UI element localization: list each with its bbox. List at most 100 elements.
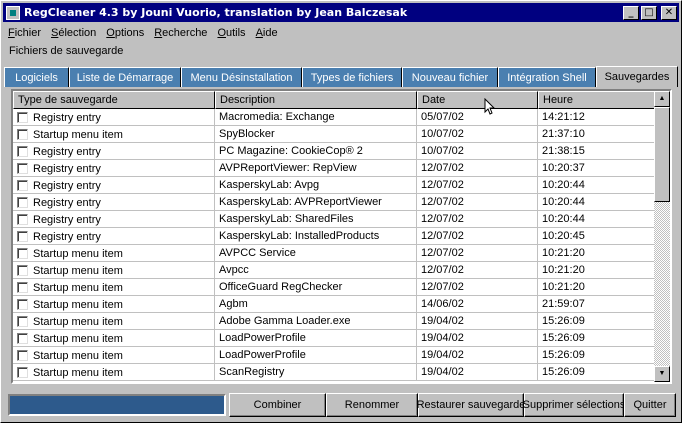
cell-time: 10:21:20 bbox=[538, 245, 658, 262]
cell-type-label: Registry entry bbox=[33, 196, 101, 209]
cell-type: Startup menu item bbox=[13, 245, 215, 262]
menu-fichier[interactable]: Fichier bbox=[3, 27, 46, 39]
cell-time: 10:20:37 bbox=[538, 160, 658, 177]
quit-button[interactable]: Quitter bbox=[624, 393, 676, 417]
cell-type: Registry entry bbox=[13, 211, 215, 228]
cell-description: AVPReportViewer: RepView bbox=[215, 160, 417, 177]
scroll-up-button[interactable]: ▲ bbox=[654, 91, 670, 107]
vertical-scrollbar[interactable]: ▲ ▼ bbox=[654, 91, 670, 382]
cell-description: KasperskyLab: Avpg bbox=[215, 177, 417, 194]
table-row[interactable]: Registry entry Macromedia: Exchange 05/07/… bbox=[13, 109, 658, 126]
row-checkbox[interactable] bbox=[17, 248, 28, 259]
column-header-heure[interactable]: Heure bbox=[538, 91, 658, 109]
tab-integration-shell[interactable]: Intégration Shell bbox=[498, 67, 596, 87]
cell-time: 15:26:09 bbox=[538, 364, 658, 381]
row-checkbox[interactable] bbox=[17, 333, 28, 344]
close-button[interactable]: ✕ bbox=[661, 5, 677, 20]
app-icon[interactable] bbox=[6, 5, 20, 20]
row-checkbox[interactable] bbox=[17, 180, 28, 191]
table-row[interactable]: Registry entry KasperskyLab: AVPReportVie… bbox=[13, 194, 658, 211]
tab-liste-demarrage[interactable]: Liste de Démarrage bbox=[69, 67, 181, 87]
title-bar[interactable]: RegCleaner 4.3 by Jouni Vuorio, translat… bbox=[3, 3, 679, 22]
cell-type-label: Startup menu item bbox=[33, 281, 123, 294]
row-checkbox[interactable] bbox=[17, 265, 28, 276]
cell-description: Macromedia: Exchange bbox=[215, 109, 417, 126]
table-row[interactable]: Registry entry KasperskyLab: Avpg 12/07/02… bbox=[13, 177, 658, 194]
cell-time: 10:21:20 bbox=[538, 262, 658, 279]
tab-nouveau-fichier[interactable]: Nouveau fichier bbox=[402, 67, 498, 87]
minimize-button[interactable]: _ bbox=[623, 5, 639, 20]
column-header-type[interactable]: Type de sauvegarde bbox=[13, 91, 215, 109]
cell-type: Startup menu item bbox=[13, 262, 215, 279]
backup-list: Type de sauvegarde Description Date Heur… bbox=[11, 89, 672, 384]
menu-aide[interactable]: Aide bbox=[251, 27, 283, 39]
cell-type: Registry entry bbox=[13, 194, 215, 211]
cell-description: Avpcc bbox=[215, 262, 417, 279]
cell-type-label: Registry entry bbox=[33, 145, 101, 158]
cell-type-label: Registry entry bbox=[33, 162, 101, 175]
section-title: Fichiers de sauvegarde bbox=[9, 45, 124, 57]
cell-date: 12/07/02 bbox=[417, 160, 538, 177]
tab-logiciels[interactable]: Logiciels bbox=[4, 67, 69, 87]
row-checkbox[interactable] bbox=[17, 367, 28, 378]
combine-button[interactable]: Combiner bbox=[229, 393, 326, 417]
menu-outils[interactable]: Outils bbox=[212, 27, 250, 39]
row-checkbox[interactable] bbox=[17, 350, 28, 361]
delete-selection-button[interactable]: Supprimer sélections bbox=[523, 393, 625, 417]
scroll-thumb[interactable] bbox=[654, 107, 670, 202]
row-checkbox[interactable] bbox=[17, 282, 28, 293]
menu-recherche[interactable]: Recherche bbox=[149, 27, 212, 39]
row-checkbox[interactable] bbox=[17, 197, 28, 208]
table-row[interactable]: Startup menu item LoadPowerProfile 19/04/0… bbox=[13, 347, 658, 364]
table-row[interactable]: Startup menu item SpyBlocker 10/07/02 21:37… bbox=[13, 126, 658, 143]
cell-description: KasperskyLab: InstalledProducts bbox=[215, 228, 417, 245]
scroll-down-button[interactable]: ▼ bbox=[654, 366, 670, 382]
maximize-button[interactable]: □ bbox=[641, 5, 657, 20]
table-row[interactable]: Startup menu item ScanRegistry 19/04/02 15:… bbox=[13, 364, 658, 381]
row-checkbox[interactable] bbox=[17, 163, 28, 174]
cell-description: KasperskyLab: AVPReportViewer bbox=[215, 194, 417, 211]
menu-bar: Fichier Sélection Options Recherche Outi… bbox=[3, 24, 283, 42]
table-row[interactable]: Registry entry PC Magazine: CookieCop® 21… bbox=[13, 143, 658, 160]
table-row[interactable]: Startup menu item Avpcc 12/07/02 10:21:20 bbox=[13, 262, 658, 279]
row-checkbox[interactable] bbox=[17, 316, 28, 327]
table-row[interactable]: Startup menu item OfficeGuard RegChecker 1… bbox=[13, 279, 658, 296]
progress-field bbox=[8, 394, 226, 416]
restore-button[interactable]: Restaurer sauvegarde bbox=[417, 393, 525, 417]
cell-date: 19/04/02 bbox=[417, 313, 538, 330]
cell-time: 10:21:20 bbox=[538, 279, 658, 296]
cell-type: Registry entry bbox=[13, 160, 215, 177]
rename-button[interactable]: Renommer bbox=[326, 393, 418, 417]
tab-types-fichiers[interactable]: Types de fichiers bbox=[302, 67, 402, 87]
cell-type: Registry entry bbox=[13, 143, 215, 160]
table-row[interactable]: Registry entry AVPReportViewer: RepView 12… bbox=[13, 160, 658, 177]
cell-date: 12/07/02 bbox=[417, 194, 538, 211]
table-row[interactable]: Registry entry KasperskyLab: InstalledPro… bbox=[13, 228, 658, 245]
cell-time: 10:20:44 bbox=[538, 194, 658, 211]
row-checkbox[interactable] bbox=[17, 231, 28, 242]
cell-date: 12/07/02 bbox=[417, 228, 538, 245]
table-row[interactable]: Startup menu item AVPCC Service 12/07/02 10… bbox=[13, 245, 658, 262]
cell-type-label: Startup menu item bbox=[33, 349, 123, 362]
tab-sauvegardes[interactable]: Sauvegardes bbox=[596, 66, 678, 87]
cell-type: Startup menu item bbox=[13, 330, 215, 347]
cell-type: Startup menu item bbox=[13, 347, 215, 364]
cell-type-label: Registry entry bbox=[33, 179, 101, 192]
row-checkbox[interactable] bbox=[17, 214, 28, 225]
tab-menu-desinstallation[interactable]: Menu Désinstallation bbox=[181, 67, 302, 87]
row-checkbox[interactable] bbox=[17, 299, 28, 310]
row-checkbox[interactable] bbox=[17, 146, 28, 157]
table-row[interactable]: Startup menu item Adobe Gamma Loader.exe 1… bbox=[13, 313, 658, 330]
cell-date: 19/04/02 bbox=[417, 364, 538, 381]
menu-options[interactable]: Options bbox=[101, 27, 149, 39]
column-header-date[interactable]: Date bbox=[417, 91, 538, 109]
row-checkbox[interactable] bbox=[17, 129, 28, 140]
column-header-description[interactable]: Description bbox=[215, 91, 417, 109]
cell-date: 12/07/02 bbox=[417, 177, 538, 194]
row-checkbox[interactable] bbox=[17, 112, 28, 123]
table-row[interactable]: Startup menu item Agbm 14/06/02 21:59:07 bbox=[13, 296, 658, 313]
menu-selection[interactable]: Sélection bbox=[46, 27, 101, 39]
mouse-cursor-icon bbox=[484, 98, 496, 115]
table-row[interactable]: Startup menu item LoadPowerProfile 19/04/0… bbox=[13, 330, 658, 347]
table-row[interactable]: Registry entry KasperskyLab: SharedFiles 1… bbox=[13, 211, 658, 228]
